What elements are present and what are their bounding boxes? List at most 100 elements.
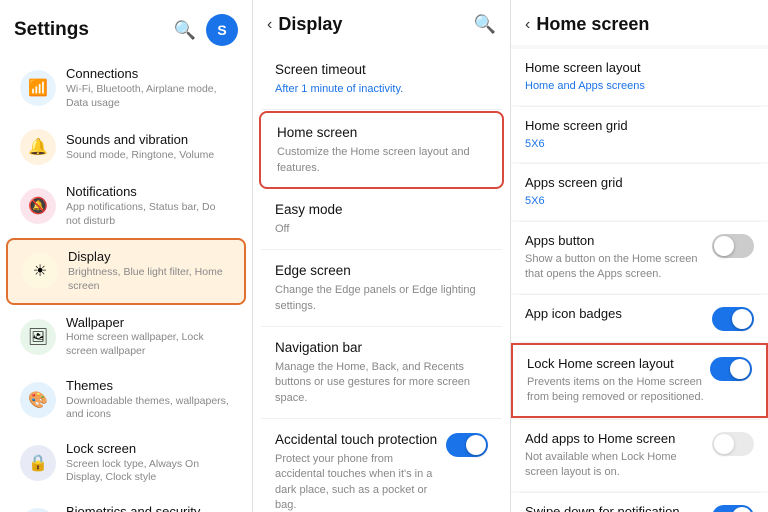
apps-grid-sub: 5X6: [525, 194, 754, 209]
home-item-hs-grid[interactable]: Home screen grid 5X6: [511, 107, 768, 163]
search-icon[interactable]: 🔍: [174, 20, 196, 41]
navigation-bar-title: Navigation bar: [275, 339, 488, 358]
display-list: Screen timeout After 1 minute of inactiv…: [253, 45, 510, 512]
app-icon-badges-toggle-knob: [732, 309, 752, 329]
sidebar-item-biometrics[interactable]: 🛡 Biometrics and security Intelligent Sc…: [6, 495, 246, 512]
add-apps-toggle-knob: [714, 434, 734, 454]
home-item-apps-grid[interactable]: Apps screen grid 5X6: [511, 164, 768, 220]
settings-title: Settings: [14, 19, 89, 41]
lockscreen-title: Lock screen: [66, 441, 232, 458]
screen-timeout-title: Screen timeout: [275, 61, 488, 80]
avatar[interactable]: S: [206, 14, 238, 46]
display-item-home-screen[interactable]: Home screen Customize the Home screen la…: [259, 111, 504, 189]
display-item-accidental-touch[interactable]: Accidental touch protection Protect your…: [259, 420, 504, 512]
sidebar-item-themes[interactable]: 🎨 Themes Downloadable themes, wallpapers…: [6, 369, 246, 431]
easy-mode-sub: Off: [275, 222, 488, 237]
display-title: Display: [278, 14, 342, 35]
home-screen-title: Home screen: [277, 124, 486, 143]
swipe-notif-toggle[interactable]: [712, 505, 754, 512]
navigation-bar-sub: Manage the Home, Back, and Recents butto…: [275, 360, 488, 406]
easy-mode-title: Easy mode: [275, 201, 488, 220]
display-search-icon[interactable]: 🔍: [474, 14, 496, 35]
connections-text: Connections Wi-Fi, Bluetooth, Airplane m…: [66, 66, 232, 110]
sidebar-item-notifications[interactable]: 🔕 Notifications App notifications, Statu…: [6, 175, 246, 237]
sounds-icon: 🔔: [20, 129, 56, 165]
swipe-notif-title: Swipe down for notification panel: [525, 503, 706, 512]
homescreen-panel: ‹ Home screen Home screen layout Home an…: [511, 0, 768, 512]
sidebar-item-sounds[interactable]: 🔔 Sounds and vibration Sound mode, Ringt…: [6, 120, 246, 174]
display-text: Display Brightness, Blue light filter, H…: [68, 249, 230, 293]
app-icon-badges-toggle[interactable]: [712, 307, 754, 331]
wallpaper-title: Wallpaper: [66, 315, 232, 332]
sidebar-item-wallpaper[interactable]: 🖼 Wallpaper Home screen wallpaper, Lock …: [6, 306, 246, 368]
display-item-edge-screen[interactable]: Edge screen Change the Edge panels or Ed…: [259, 251, 504, 325]
home-item-hs-layout[interactable]: Home screen layout Home and Apps screens: [511, 49, 768, 105]
display-title: Display: [68, 249, 230, 266]
display-sub: Brightness, Blue light filter, Home scre…: [68, 266, 230, 293]
accidental-touch-toggle[interactable]: [446, 433, 488, 457]
lock-home-layout-toggle-knob: [730, 359, 750, 379]
display-header: ‹ Display 🔍: [253, 0, 510, 45]
display-item-easy-mode[interactable]: Easy mode Off: [259, 190, 504, 248]
home-item-app-icon-badges[interactable]: App icon badges: [511, 295, 768, 341]
notifications-title: Notifications: [66, 184, 232, 201]
themes-text: Themes Downloadable themes, wallpapers, …: [66, 378, 232, 422]
biometrics-icon: 🛡: [20, 508, 56, 512]
notifications-text: Notifications App notifications, Status …: [66, 184, 232, 228]
biometrics-title: Biometrics and security: [66, 504, 232, 512]
themes-title: Themes: [66, 378, 232, 395]
connections-title: Connections: [66, 66, 232, 83]
wallpaper-text: Wallpaper Home screen wallpaper, Lock sc…: [66, 315, 232, 359]
home-item-add-apps[interactable]: Add apps to Home screen Not available wh…: [511, 420, 768, 491]
display-panel: ‹ Display 🔍 Screen timeout After 1 minut…: [253, 0, 511, 512]
sounds-text: Sounds and vibration Sound mode, Rington…: [66, 132, 232, 163]
themes-icon: 🎨: [20, 382, 56, 418]
display-item-navigation-bar[interactable]: Navigation bar Manage the Home, Back, an…: [259, 328, 504, 417]
sounds-title: Sounds and vibration: [66, 132, 232, 149]
lock-home-layout-title: Lock Home screen layout: [527, 355, 704, 373]
notifications-icon: 🔕: [20, 188, 56, 224]
home-item-swipe-notif[interactable]: Swipe down for notification panel Open t…: [511, 493, 768, 512]
homescreen-header: ‹ Home screen: [511, 0, 768, 45]
apps-grid-title: Apps screen grid: [525, 174, 754, 192]
home-item-lock-home-layout[interactable]: Lock Home screen layout Prevents items o…: [511, 343, 768, 418]
apps-button-toggle-knob: [714, 236, 734, 256]
app-icon-badges-title: App icon badges: [525, 305, 706, 323]
hs-grid-title: Home screen grid: [525, 117, 754, 135]
hs-grid-sub: 5X6: [525, 137, 754, 152]
home-item-apps-button[interactable]: Apps button Show a button on the Home sc…: [511, 222, 768, 293]
lockscreen-text: Lock screen Screen lock type, Always On …: [66, 441, 232, 485]
homescreen-list: Home screen layout Home and Apps screens…: [511, 45, 768, 512]
lockscreen-sub: Screen lock type, Always On Display, Clo…: [66, 458, 232, 485]
add-apps-title: Add apps to Home screen: [525, 430, 706, 448]
wallpaper-icon: 🖼: [20, 319, 56, 355]
screen-timeout-sub: After 1 minute of inactivity.: [275, 82, 488, 97]
hs-layout-title: Home screen layout: [525, 59, 754, 77]
accidental-touch-title: Accidental touch protection: [275, 431, 438, 450]
add-apps-sub: Not available when Lock Home screen layo…: [525, 450, 706, 481]
sidebar-item-display[interactable]: ☀ Display Brightness, Blue light filter,…: [6, 238, 246, 304]
lockscreen-icon: 🔒: [20, 445, 56, 481]
back-arrow-icon[interactable]: ‹: [267, 16, 272, 34]
sidebar-item-connections[interactable]: 📶 Connections Wi-Fi, Bluetooth, Airplane…: [6, 57, 246, 119]
lock-home-layout-toggle[interactable]: [710, 357, 752, 381]
wallpaper-sub: Home screen wallpaper, Lock screen wallp…: [66, 331, 232, 358]
settings-list: 📶 Connections Wi-Fi, Bluetooth, Airplane…: [0, 56, 252, 512]
home-screen-sub: Customize the Home screen layout and fea…: [277, 145, 486, 176]
apps-button-toggle[interactable]: [712, 234, 754, 258]
settings-panel: Settings 🔍 S 📶 Connections Wi-Fi, Blueto…: [0, 0, 253, 512]
add-apps-toggle[interactable]: [712, 432, 754, 456]
accidental-touch-sub: Protect your phone from accidental touch…: [275, 452, 438, 512]
apps-button-title: Apps button: [525, 232, 706, 250]
display-item-screen-timeout[interactable]: Screen timeout After 1 minute of inactiv…: [259, 50, 504, 108]
accidental-touch-toggle-knob: [466, 435, 486, 455]
display-icon: ☀: [22, 253, 58, 289]
homescreen-title: Home screen: [536, 14, 649, 35]
connections-icon: 📶: [20, 70, 56, 106]
lock-home-layout-sub: Prevents items on the Home screen from b…: [527, 375, 704, 406]
notifications-sub: App notifications, Status bar, Do not di…: [66, 201, 232, 228]
homescreen-back-icon[interactable]: ‹: [525, 16, 530, 34]
biometrics-text: Biometrics and security Intelligent Scan…: [66, 504, 232, 512]
sidebar-item-lockscreen[interactable]: 🔒 Lock screen Screen lock type, Always O…: [6, 432, 246, 494]
themes-sub: Downloadable themes, wallpapers, and ico…: [66, 395, 232, 422]
